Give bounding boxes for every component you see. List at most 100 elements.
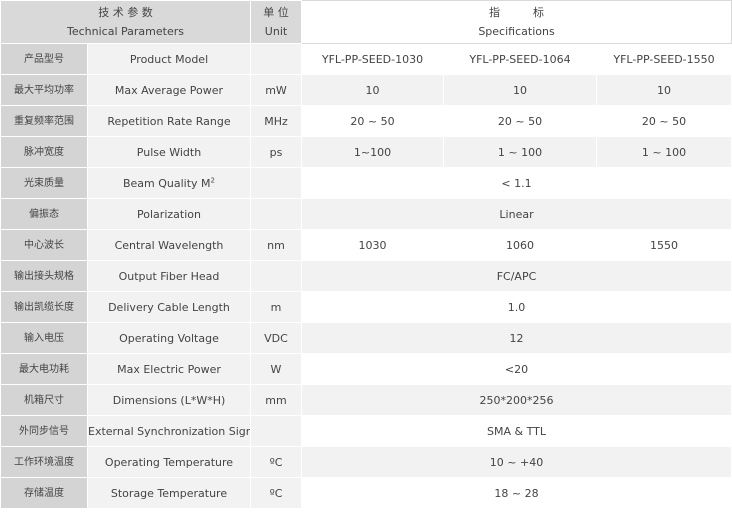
param-name-en-text: Operating Voltage — [119, 331, 219, 345]
unit-cell: m — [250, 291, 302, 323]
table-row: 光束质量 Beam Quality M2 < 1.1 — [0, 167, 732, 199]
unit-cell: ps — [250, 136, 302, 168]
param-name-en-text: Central Wavelength — [114, 238, 224, 252]
spec-value-1: 1030 — [301, 229, 444, 261]
param-name-cn: 输入电压 — [0, 322, 88, 354]
param-name-superscript: 2 — [210, 175, 216, 184]
unit-cell — [250, 415, 302, 447]
table-row: 最大平均功率 Max Average Power mW 10 10 10 — [0, 74, 732, 106]
param-name-en-text: Max Average Power — [114, 83, 224, 97]
header-spec-en: Specifications — [478, 25, 555, 38]
unit-cell: VDC — [250, 322, 302, 354]
unit-cell: W — [250, 353, 302, 385]
unit-cell: ºC — [250, 446, 302, 478]
table-row: 外同步信号 External Synchronization Signal SMA … — [0, 415, 732, 447]
param-name-en: Delivery Cable Length — [87, 291, 251, 323]
table-row: 存储温度 Storage Temperature ºC 18 ~ 28 — [0, 477, 732, 509]
header-param-en: Technical Parameters — [67, 25, 184, 38]
param-name-en-text: Output Fiber Head — [118, 269, 220, 283]
table-header-row: 技 术 参 数 Technical Parameters 单 位 Unit 指 … — [0, 0, 732, 44]
param-name-en-text: Delivery Cable Length — [108, 300, 230, 314]
param-name-en: Operating Voltage — [87, 322, 251, 354]
param-name-en: Beam Quality M2 — [87, 167, 251, 199]
spec-table: 技 术 参 数 Technical Parameters 单 位 Unit 指 … — [0, 0, 732, 509]
param-name-cn: 最大平均功率 — [0, 74, 88, 106]
unit-cell: nm — [250, 229, 302, 261]
unit-cell — [250, 43, 302, 75]
spec-value-2: YFL-PP-SEED-1064 — [443, 43, 597, 75]
spec-value-2: 10 — [443, 74, 597, 106]
spec-value-merged: FC/APC — [300, 260, 732, 292]
param-name-en: Pulse Width — [87, 136, 251, 168]
param-name-en: Max Average Power — [87, 74, 251, 106]
spec-value-merged: 1.0 — [300, 291, 732, 323]
unit-cell: ºC — [250, 477, 302, 509]
table-row: 产品型号 Product Model YFL-PP-SEED-1030 YFL-PP-… — [0, 43, 732, 75]
table-row: 工作环境温度 Operating Temperature ºC 10 ~ +40 — [0, 446, 732, 478]
param-name-en: Output Fiber Head — [87, 260, 251, 292]
spec-value-2: 1 ~ 100 — [443, 136, 597, 168]
spec-value-1: 20 ~ 50 — [301, 105, 444, 137]
param-name-cn: 光束质量 — [0, 167, 88, 199]
table-row: 输入电压 Operating Voltage VDC 12 — [0, 322, 732, 354]
param-name-en: External Synchronization Signal — [87, 415, 251, 447]
table-row: 重复频率范围 Repetition Rate Range MHz 20 ~ 50 20 … — [0, 105, 732, 137]
table-row: 输出凯缆长度 Delivery Cable Length m 1.0 — [0, 291, 732, 323]
table-row: 偏振态 Polarization Linear — [0, 198, 732, 230]
param-name-cn: 最大电功耗 — [0, 353, 88, 385]
spec-value-3: 10 — [595, 74, 732, 106]
spec-value-merged: 12 — [300, 322, 732, 354]
param-name-en-text: Product Model — [129, 52, 209, 66]
unit-cell — [250, 260, 302, 292]
param-name-en-text: Repetition Rate Range — [107, 114, 231, 128]
spec-value-1: 10 — [301, 74, 444, 106]
table-row: 最大电功耗 Max Electric Power W <20 — [0, 353, 732, 385]
header-spec-cn: 指 标 — [489, 6, 544, 19]
param-name-cn: 机箱尺寸 — [0, 384, 88, 416]
unit-cell: mW — [250, 74, 302, 106]
table-row: 输出接头规格 Output Fiber Head FC/APC — [0, 260, 732, 292]
param-name-cn: 工作环境温度 — [0, 446, 88, 478]
header-specifications: 指 标 Specifications — [300, 0, 732, 44]
table-row: 中心波长 Central Wavelength nm 1030 1060 1550 — [0, 229, 732, 261]
spec-value-3: 1550 — [595, 229, 732, 261]
param-name-en-text: Polarization — [137, 207, 201, 221]
unit-cell — [250, 167, 302, 199]
param-name-cn: 中心波长 — [0, 229, 88, 261]
param-name-en-text: Operating Temperature — [104, 455, 234, 469]
param-name-en-text: Pulse Width — [136, 145, 202, 159]
param-name-cn: 输出接头规格 — [0, 260, 88, 292]
spec-value-merged: 18 ~ 28 — [300, 477, 732, 509]
header-unit-en: Unit — [264, 25, 288, 38]
spec-value-2: 20 ~ 50 — [443, 105, 597, 137]
spec-value-3: YFL-PP-SEED-1550 — [595, 43, 732, 75]
param-name-en: Operating Temperature — [87, 446, 251, 478]
unit-cell — [250, 198, 302, 230]
spec-value-1: 1~100 — [301, 136, 444, 168]
table-row: 脉冲宽度 Pulse Width ps 1~100 1 ~ 100 1 ~ 100 — [0, 136, 732, 168]
unit-cell: MHz — [250, 105, 302, 137]
param-name-en-text: Dimensions (L*W*H) — [112, 393, 226, 407]
param-name-en-text: Max Electric Power — [117, 362, 221, 376]
unit-cell: mm — [250, 384, 302, 416]
spec-value-merged: 10 ~ +40 — [300, 446, 732, 478]
header-parameters: 技 术 参 数 Technical Parameters — [0, 0, 251, 44]
param-name-en: Repetition Rate Range — [87, 105, 251, 137]
spec-value-3: 20 ~ 50 — [595, 105, 732, 137]
param-name-en: Central Wavelength — [87, 229, 251, 261]
param-name-en-text: Storage Temperature — [110, 486, 228, 500]
param-name-en: Max Electric Power — [87, 353, 251, 385]
spec-value-3: 1 ~ 100 — [595, 136, 732, 168]
spec-value-merged: < 1.1 — [300, 167, 732, 199]
spec-value-merged: SMA & TTL — [300, 415, 732, 447]
param-name-en: Storage Temperature — [87, 477, 251, 509]
header-unit-cn: 单 位 — [263, 6, 289, 19]
param-name-cn: 外同步信号 — [0, 415, 88, 447]
header-unit: 单 位 Unit — [250, 0, 302, 44]
spec-value-merged: 250*200*256 — [300, 384, 732, 416]
param-name-en-text: Beam Quality M — [122, 176, 211, 190]
param-name-cn: 重复频率范围 — [0, 105, 88, 137]
spec-value-merged: Linear — [300, 198, 732, 230]
spec-value-2: 1060 — [443, 229, 597, 261]
spec-value-merged: <20 — [300, 353, 732, 385]
